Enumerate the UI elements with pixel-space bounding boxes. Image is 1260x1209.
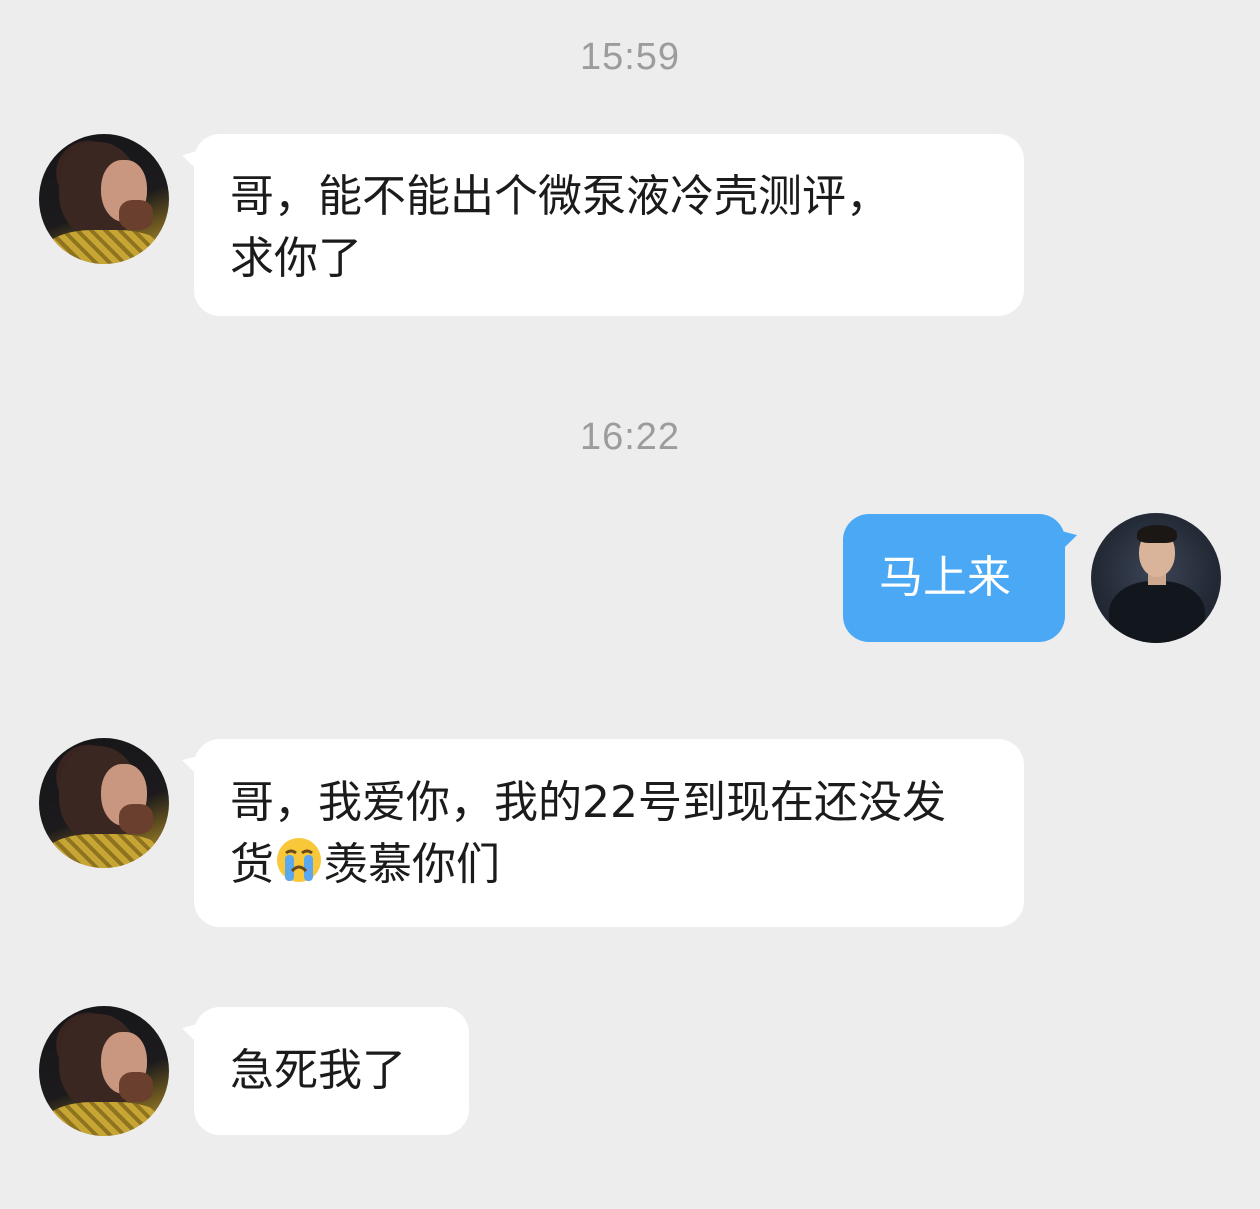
- contact-avatar[interactable]: [39, 1006, 169, 1136]
- message-bubble-incoming[interactable]: 哥，能不能出个微泵液冷壳测评，求你了: [194, 134, 1024, 316]
- message-text: 哥，能不能出个微泵液冷壳测评，求你了: [230, 171, 890, 284]
- message-text: 马上来: [879, 552, 1011, 603]
- self-avatar[interactable]: [1091, 513, 1221, 643]
- timestamp: 15:59: [579, 36, 681, 78]
- message-bubble-incoming[interactable]: 急死我了: [194, 1007, 469, 1135]
- message-bubble-incoming[interactable]: 哥，我爱你，我的22号到现在还没发货 羡慕你们: [194, 739, 1024, 927]
- message-text-block: 哥，我爱你，我的22号到现在还没发货 羡慕你们: [230, 772, 970, 896]
- crying-face-icon: [277, 838, 321, 882]
- message-bubble-outgoing[interactable]: 马上来: [843, 514, 1065, 642]
- contact-avatar[interactable]: [39, 134, 169, 264]
- timestamp: 16:22: [579, 416, 681, 458]
- message-text: 羡慕你们: [324, 839, 500, 890]
- contact-avatar[interactable]: [39, 738, 169, 868]
- message-text: 急死我了: [230, 1045, 406, 1096]
